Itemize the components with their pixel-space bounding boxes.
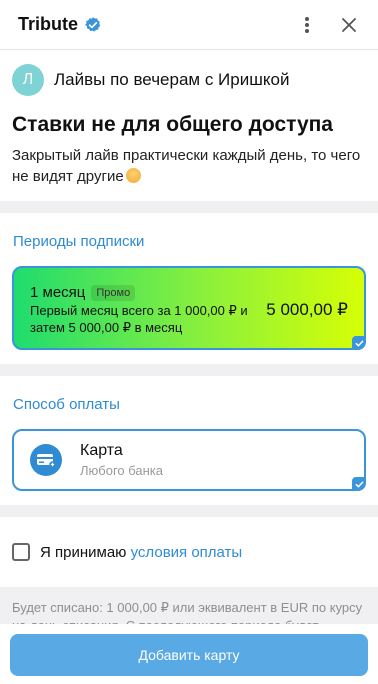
plan-name: 1 месяц [30, 284, 86, 302]
plan-price: 5 000,00 ₽ [266, 300, 348, 320]
app-header: Tribute [0, 0, 378, 50]
more-vertical-icon[interactable] [290, 8, 324, 42]
terms-checkbox[interactable] [12, 543, 30, 562]
terms-label: Я принимаю условия оплаты [40, 544, 242, 561]
subscription-section-title: Периоды подписки [13, 233, 145, 251]
credit-card-icon [30, 444, 62, 477]
close-icon[interactable] [332, 8, 366, 42]
app-title: Tribute [18, 14, 79, 34]
payment-method-subtitle: Любого банка [80, 463, 164, 479]
channel-description: Закрытый лайв практически каждый день, т… [12, 145, 366, 187]
channel-name: Лайвы по вечерам с Иришкой [54, 70, 290, 89]
payment-method-title: Карта [80, 442, 123, 460]
channel-card: Л Лайвы по вечерам с Иришкой Ставки не д… [0, 50, 378, 202]
payment-section: Способ оплаты Карта Любого банка [0, 376, 378, 506]
terms-row: Я принимаю условия оплаты [0, 517, 378, 588]
terms-link[interactable]: условия оплаты [131, 544, 243, 561]
plan-option[interactable]: 1 месяц Промо Первый месяц всего за 1 00… [12, 266, 366, 351]
verified-check-icon [84, 16, 102, 34]
payment-section-title: Способ оплаты [13, 396, 120, 414]
page-title: Ставки не для общего доступа [12, 113, 333, 136]
terms-prefix: Я принимаю [40, 543, 127, 561]
footer-bar: Добавить карту [0, 624, 378, 684]
smiling-face-icon [125, 168, 141, 184]
channel-row: Л Лайвы по вечерам с Иришкой [12, 62, 366, 98]
selected-check-icon [352, 477, 366, 492]
plan-description: Первый месяц всего за 1 000,00 ₽ и затем… [30, 303, 248, 336]
avatar: Л [12, 64, 44, 96]
subscription-section: Периоды подписки 1 месяц Промо Первый ме… [0, 213, 378, 365]
add-card-button[interactable]: Добавить карту [10, 634, 368, 676]
selected-check-icon [352, 336, 366, 351]
description-text: Закрытый лайв практически каждый день, т… [12, 147, 361, 186]
payment-method-card[interactable]: Карта Любого банка [12, 429, 366, 492]
promo-badge: Промо [91, 284, 136, 301]
